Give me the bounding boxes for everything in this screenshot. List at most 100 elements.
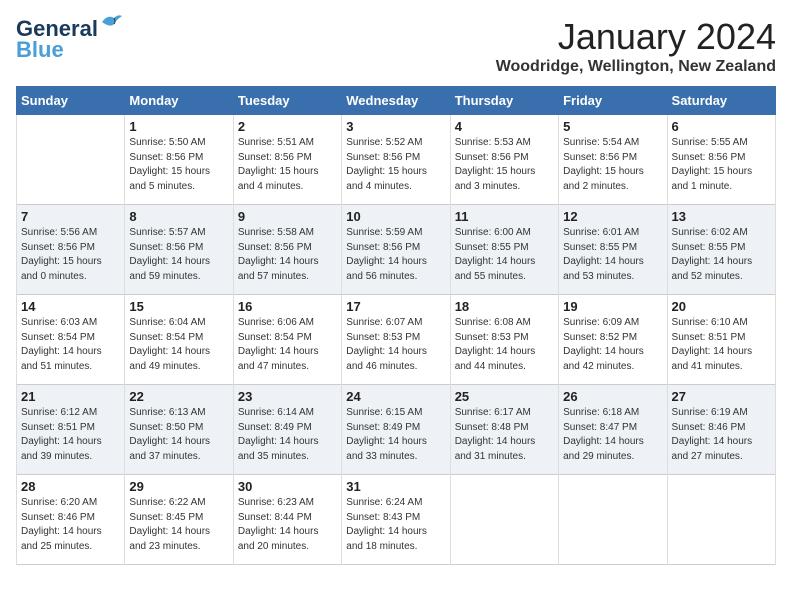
calendar-cell: 10 Sunrise: 5:59 AMSunset: 8:56 PMDayligh… [342, 205, 450, 295]
day-info: Sunrise: 6:03 AMSunset: 8:54 PMDaylight:… [21, 316, 120, 374]
day-number: 30 [238, 479, 337, 494]
day-number: 5 [563, 119, 662, 134]
calendar-cell: 21 Sunrise: 6:12 AMSunset: 8:51 PMDayligh… [17, 385, 125, 475]
day-info: Sunrise: 5:52 AMSunset: 8:56 PMDaylight:… [346, 136, 445, 194]
day-info: Sunrise: 6:23 AMSunset: 8:44 PMDaylight:… [238, 496, 337, 554]
calendar-cell: 17 Sunrise: 6:07 AMSunset: 8:53 PMDayligh… [342, 295, 450, 385]
logo-bird-icon [100, 12, 122, 32]
day-number: 16 [238, 299, 337, 314]
day-info: Sunrise: 6:09 AMSunset: 8:52 PMDaylight:… [563, 316, 662, 374]
calendar-cell: 28 Sunrise: 6:20 AMSunset: 8:46 PMDayligh… [17, 475, 125, 565]
calendar-cell: 29Sunrise: 6:22 AMSunset: 8:45 PMDayligh… [125, 475, 233, 565]
day-number: 4 [455, 119, 554, 134]
calendar-cell [17, 115, 125, 205]
calendar-cell: 1 Sunrise: 5:50 AMSunset: 8:56 PMDaylight… [125, 115, 233, 205]
calendar-cell: 22 Sunrise: 6:13 AMSunset: 8:50 PMDayligh… [125, 385, 233, 475]
day-info: Sunrise: 5:51 AMSunset: 8:56 PMDaylight:… [238, 136, 337, 194]
day-info: Sunrise: 5:54 AMSunset: 8:56 PMDaylight:… [563, 136, 662, 194]
day-info: Sunrise: 6:06 AMSunset: 8:54 PMDaylight:… [238, 316, 337, 374]
page-header: General Blue January 2024 Woodridge, Wel… [16, 16, 776, 76]
day-number: 12 [563, 209, 662, 224]
calendar-cell [667, 475, 775, 565]
day-info: Sunrise: 5:50 AMSunset: 8:56 PMDaylight:… [129, 136, 228, 194]
calendar-cell [559, 475, 667, 565]
calendar-week-row: 14 Sunrise: 6:03 AMSunset: 8:54 PMDayligh… [17, 295, 776, 385]
day-number: 7 [21, 209, 120, 224]
day-info: Sunrise: 6:02 AMSunset: 8:55 PMDaylight:… [672, 226, 771, 284]
calendar-cell: 18 Sunrise: 6:08 AMSunset: 8:53 PMDayligh… [450, 295, 558, 385]
day-number: 22 [129, 389, 228, 404]
logo-blue: Blue [16, 37, 64, 63]
day-info: Sunrise: 5:59 AMSunset: 8:56 PMDaylight:… [346, 226, 445, 284]
day-number: 10 [346, 209, 445, 224]
day-number: 20 [672, 299, 771, 314]
header-friday: Friday [559, 87, 667, 115]
day-number: 1 [129, 119, 228, 134]
header-saturday: Saturday [667, 87, 775, 115]
day-info: Sunrise: 5:58 AMSunset: 8:56 PMDaylight:… [238, 226, 337, 284]
day-info: Sunrise: 6:17 AMSunset: 8:48 PMDaylight:… [455, 406, 554, 464]
calendar-cell: 13Sunrise: 6:02 AMSunset: 8:55 PMDayligh… [667, 205, 775, 295]
calendar-cell: 15 Sunrise: 6:04 AMSunset: 8:54 PMDayligh… [125, 295, 233, 385]
day-info: Sunrise: 5:53 AMSunset: 8:56 PMDaylight:… [455, 136, 554, 194]
day-info: Sunrise: 6:18 AMSunset: 8:47 PMDaylight:… [563, 406, 662, 464]
logo: General Blue [16, 16, 122, 63]
day-info: Sunrise: 6:04 AMSunset: 8:54 PMDaylight:… [129, 316, 228, 374]
calendar-cell: 4 Sunrise: 5:53 AMSunset: 8:56 PMDaylight… [450, 115, 558, 205]
calendar-cell: 7 Sunrise: 5:56 AMSunset: 8:56 PMDaylight… [17, 205, 125, 295]
day-info: Sunrise: 6:15 AMSunset: 8:49 PMDaylight:… [346, 406, 445, 464]
calendar-week-row: 7 Sunrise: 5:56 AMSunset: 8:56 PMDaylight… [17, 205, 776, 295]
day-info: Sunrise: 5:55 AMSunset: 8:56 PMDaylight:… [672, 136, 771, 194]
calendar-header-row: SundayMondayTuesdayWednesdayThursdayFrid… [17, 87, 776, 115]
calendar-week-row: 1 Sunrise: 5:50 AMSunset: 8:56 PMDaylight… [17, 115, 776, 205]
day-info: Sunrise: 6:12 AMSunset: 8:51 PMDaylight:… [21, 406, 120, 464]
calendar-cell: 27Sunrise: 6:19 AMSunset: 8:46 PMDayligh… [667, 385, 775, 475]
day-number: 29 [129, 479, 228, 494]
day-number: 15 [129, 299, 228, 314]
calendar-week-row: 28 Sunrise: 6:20 AMSunset: 8:46 PMDayligh… [17, 475, 776, 565]
day-info: Sunrise: 6:14 AMSunset: 8:49 PMDaylight:… [238, 406, 337, 464]
location: Woodridge, Wellington, New Zealand [496, 58, 776, 76]
day-info: Sunrise: 6:24 AMSunset: 8:43 PMDaylight:… [346, 496, 445, 554]
day-number: 9 [238, 209, 337, 224]
day-number: 21 [21, 389, 120, 404]
calendar-cell: 3Sunrise: 5:52 AMSunset: 8:56 PMDaylight… [342, 115, 450, 205]
day-number: 31 [346, 479, 445, 494]
day-number: 17 [346, 299, 445, 314]
day-info: Sunrise: 6:10 AMSunset: 8:51 PMDaylight:… [672, 316, 771, 374]
calendar-cell: 5 Sunrise: 5:54 AMSunset: 8:56 PMDaylight… [559, 115, 667, 205]
day-info: Sunrise: 6:08 AMSunset: 8:53 PMDaylight:… [455, 316, 554, 374]
day-number: 18 [455, 299, 554, 314]
day-number: 27 [672, 389, 771, 404]
calendar-cell: 6 Sunrise: 5:55 AMSunset: 8:56 PMDaylight… [667, 115, 775, 205]
day-number: 8 [129, 209, 228, 224]
day-number: 28 [21, 479, 120, 494]
day-info: Sunrise: 6:13 AMSunset: 8:50 PMDaylight:… [129, 406, 228, 464]
calendar-cell: 26Sunrise: 6:18 AMSunset: 8:47 PMDayligh… [559, 385, 667, 475]
day-number: 25 [455, 389, 554, 404]
day-info: Sunrise: 5:57 AMSunset: 8:56 PMDaylight:… [129, 226, 228, 284]
day-info: Sunrise: 6:01 AMSunset: 8:55 PMDaylight:… [563, 226, 662, 284]
day-info: Sunrise: 6:20 AMSunset: 8:46 PMDaylight:… [21, 496, 120, 554]
title-area: January 2024 Woodridge, Wellington, New … [496, 16, 776, 76]
month-title: January 2024 [496, 16, 776, 58]
header-monday: Monday [125, 87, 233, 115]
calendar-cell: 14 Sunrise: 6:03 AMSunset: 8:54 PMDayligh… [17, 295, 125, 385]
day-info: Sunrise: 6:07 AMSunset: 8:53 PMDaylight:… [346, 316, 445, 374]
calendar-cell: 16 Sunrise: 6:06 AMSunset: 8:54 PMDayligh… [233, 295, 341, 385]
calendar-cell: 8 Sunrise: 5:57 AMSunset: 8:56 PMDaylight… [125, 205, 233, 295]
day-info: Sunrise: 6:00 AMSunset: 8:55 PMDaylight:… [455, 226, 554, 284]
calendar-cell: 30 Sunrise: 6:23 AMSunset: 8:44 PMDayligh… [233, 475, 341, 565]
day-number: 23 [238, 389, 337, 404]
calendar-cell: 25 Sunrise: 6:17 AMSunset: 8:48 PMDayligh… [450, 385, 558, 475]
calendar-table: SundayMondayTuesdayWednesdayThursdayFrid… [16, 86, 776, 565]
calendar-cell: 19Sunrise: 6:09 AMSunset: 8:52 PMDayligh… [559, 295, 667, 385]
day-info: Sunrise: 5:56 AMSunset: 8:56 PMDaylight:… [21, 226, 120, 284]
day-number: 11 [455, 209, 554, 224]
header-sunday: Sunday [17, 87, 125, 115]
calendar-cell: 24Sunrise: 6:15 AMSunset: 8:49 PMDayligh… [342, 385, 450, 475]
calendar-cell: 9 Sunrise: 5:58 AMSunset: 8:56 PMDaylight… [233, 205, 341, 295]
day-number: 14 [21, 299, 120, 314]
header-thursday: Thursday [450, 87, 558, 115]
day-number: 6 [672, 119, 771, 134]
